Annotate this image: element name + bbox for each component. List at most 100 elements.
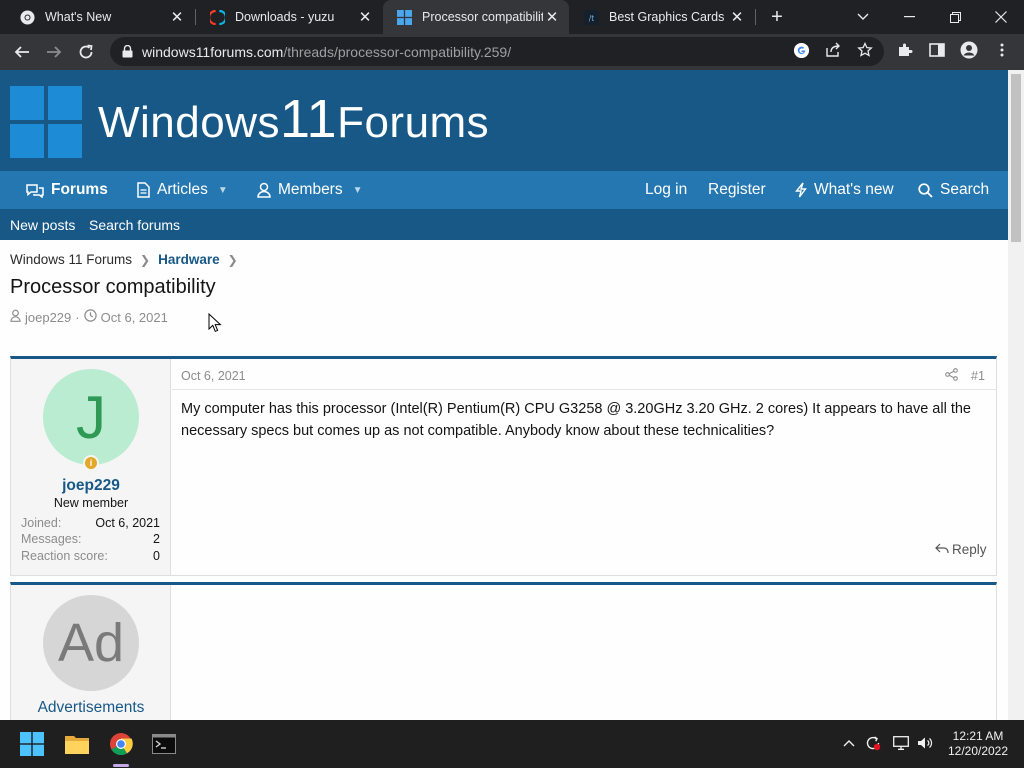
- nav-whats-new[interactable]: What's new: [795, 171, 894, 209]
- nav-articles-label: Articles: [157, 181, 208, 198]
- page-title: Processor compatibility: [10, 276, 216, 298]
- thread-date[interactable]: Oct 6, 2021: [101, 310, 168, 325]
- tab-title: Downloads - yuzu: [235, 10, 335, 24]
- nav-forums-label: Forums: [51, 181, 108, 198]
- info-badge-icon: i: [83, 455, 99, 471]
- side-panel-icon[interactable]: [928, 41, 946, 59]
- close-tab-icon[interactable]: ✕: [168, 8, 186, 26]
- windows-icon: [397, 9, 412, 25]
- extensions-icon[interactable]: [896, 41, 914, 59]
- thread-author[interactable]: joep229: [25, 310, 71, 325]
- reply-icon: [935, 542, 949, 557]
- stat-value: 2: [153, 532, 160, 546]
- nav-search-label: Search: [940, 181, 990, 198]
- nav-whats-new-label: What's new: [814, 181, 894, 198]
- restore-icon[interactable]: [932, 0, 978, 34]
- close-window-icon[interactable]: [978, 0, 1024, 34]
- network-icon[interactable]: [892, 734, 910, 752]
- avatar[interactable]: J: [43, 369, 139, 465]
- google-icon[interactable]: [792, 41, 810, 59]
- site-logo-text[interactable]: Windows11Forums: [98, 88, 489, 150]
- new-posts-link[interactable]: New posts: [10, 209, 75, 240]
- file-explorer-icon[interactable]: [61, 728, 93, 760]
- stat-label: Reaction score:: [21, 549, 108, 563]
- page-scrollbar[interactable]: [1008, 70, 1024, 720]
- forward-icon[interactable]: [41, 39, 67, 65]
- tab-title: Best Graphics Cards Un: [609, 10, 728, 24]
- breadcrumb-item[interactable]: Windows 11 Forums: [10, 252, 132, 267]
- minimize-icon[interactable]: [886, 0, 932, 34]
- tab-best-graphics-cards[interactable]: /t Best Graphics Cards Un ✕: [570, 0, 754, 34]
- tab-search-icon[interactable]: [840, 0, 886, 34]
- sync-icon[interactable]: [864, 734, 882, 752]
- url-path: /threads/processor-compatibility.259/: [283, 43, 512, 60]
- address-bar[interactable]: windows11forums.com/threads/processor-co…: [110, 37, 884, 66]
- close-tab-icon[interactable]: ✕: [543, 8, 561, 26]
- svg-text:/t: /t: [589, 13, 595, 22]
- nav-forums[interactable]: Forums: [26, 171, 108, 209]
- bolt-icon: [795, 182, 807, 198]
- lock-icon[interactable]: [120, 45, 134, 59]
- nav-register[interactable]: Register: [708, 171, 766, 209]
- stat-label: Joined:: [21, 516, 62, 530]
- nav-search[interactable]: Search: [918, 171, 989, 209]
- comments-icon: [26, 183, 44, 198]
- chevron-right-icon: ❯: [227, 252, 238, 267]
- active-app-indicator: [113, 764, 129, 767]
- start-icon[interactable]: [16, 728, 48, 760]
- tomshardware-icon: /t: [584, 9, 599, 25]
- share-icon[interactable]: [945, 368, 958, 386]
- bookmark-star-icon[interactable]: [856, 41, 874, 59]
- clock-time: 12:21 AM: [952, 729, 1004, 743]
- user-stat-messages: Messages: 2: [21, 532, 160, 546]
- chrome-icon[interactable]: [105, 728, 137, 760]
- post-number[interactable]: #1: [971, 369, 985, 383]
- windows-logo-icon[interactable]: [10, 86, 82, 158]
- chrome-icon: [20, 9, 35, 25]
- search-icon: [918, 182, 933, 198]
- stat-value: 0: [153, 549, 160, 563]
- tab-downloads-yuzu[interactable]: Downloads - yuzu ✕: [196, 0, 382, 34]
- clock-date: 12/20/2022: [947, 744, 1009, 758]
- user-icon: [257, 182, 271, 198]
- tab-processor-compatibility[interactable]: Processor compatibility ✕: [383, 0, 569, 34]
- main-nav: Forums Articles ▼ Members ▼ Log in Regis…: [0, 171, 1008, 209]
- reload-icon[interactable]: [73, 39, 99, 65]
- scrollbar-thumb[interactable]: [1011, 74, 1021, 242]
- browser-toolbar: windows11forums.com/threads/processor-co…: [0, 34, 1024, 70]
- post-message: J i joep229 New member Joined: Oct 6, 20…: [10, 356, 997, 576]
- breadcrumb-item[interactable]: Hardware: [158, 252, 220, 267]
- nav-login[interactable]: Log in: [645, 171, 687, 209]
- post-body: My computer has this processor (Intel(R)…: [181, 401, 971, 439]
- reply-button[interactable]: Reply: [935, 542, 987, 557]
- new-tab-button[interactable]: +: [754, 0, 800, 34]
- more-menu-icon[interactable]: [993, 41, 1011, 59]
- close-tab-icon[interactable]: ✕: [728, 8, 746, 26]
- search-forums-link[interactable]: Search forums: [89, 209, 180, 240]
- chevron-down-icon[interactable]: ▼: [218, 185, 228, 196]
- close-tab-icon[interactable]: ✕: [356, 8, 374, 26]
- share-page-icon[interactable]: [824, 41, 842, 59]
- thread-meta: joep229 · Oct 6, 2021: [10, 309, 172, 325]
- post-username[interactable]: joep229: [11, 477, 171, 495]
- chevron-up-icon[interactable]: [840, 734, 858, 752]
- clock-icon: [83, 309, 97, 325]
- document-icon: [137, 182, 150, 198]
- user-stat-joined: Joined: Oct 6, 2021: [21, 516, 160, 530]
- logo-number: 11: [280, 89, 338, 149]
- nav-articles[interactable]: Articles ▼: [137, 171, 228, 209]
- tab-whats-new[interactable]: What's New ✕: [6, 0, 194, 34]
- post-date[interactable]: Oct 6, 2021: [181, 369, 246, 383]
- system-clock[interactable]: 12:21 AM 12/20/2022: [944, 729, 1012, 759]
- sub-nav: New posts Search forums: [0, 209, 1008, 240]
- back-icon[interactable]: [9, 39, 35, 65]
- chevron-right-icon: ❯: [140, 252, 151, 267]
- taskbar: 12:21 AM 12/20/2022: [0, 720, 1024, 768]
- volume-icon[interactable]: [916, 734, 934, 752]
- site-header: Windows11Forums: [0, 70, 1008, 171]
- chevron-down-icon[interactable]: ▼: [353, 185, 363, 196]
- nav-members-label: Members: [278, 181, 343, 198]
- terminal-icon[interactable]: [148, 728, 180, 760]
- nav-members[interactable]: Members ▼: [257, 171, 363, 209]
- profile-icon[interactable]: [960, 41, 978, 59]
